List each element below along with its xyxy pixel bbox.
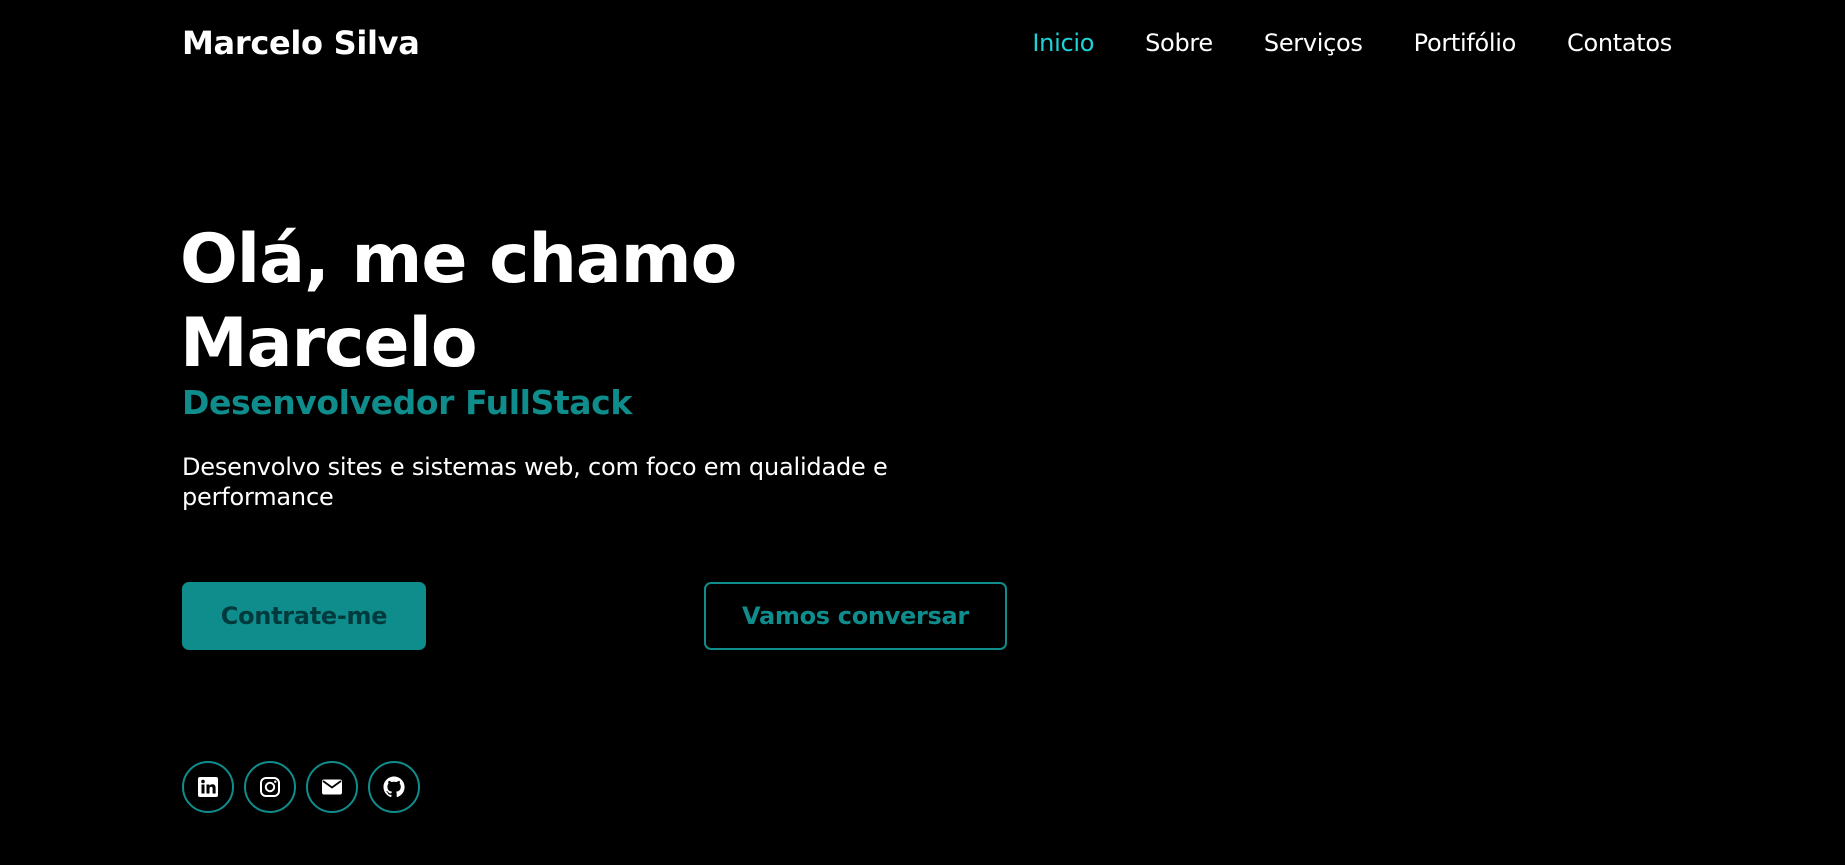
email-link[interactable]	[306, 761, 358, 813]
lets-talk-button[interactable]: Vamos conversar	[704, 582, 1007, 650]
linkedin-link[interactable]	[182, 761, 234, 813]
instagram-link[interactable]	[244, 761, 296, 813]
social-links	[182, 761, 420, 813]
hero-title-line1: Olá, me chamo	[180, 220, 737, 299]
brand-logo[interactable]: Marcelo Silva	[182, 24, 420, 62]
hero-subtitle: Desenvolvedor FullStack	[182, 383, 632, 422]
email-icon	[322, 779, 342, 795]
linkedin-icon	[198, 777, 218, 797]
instagram-icon	[260, 777, 280, 797]
hero-title: Olá, me chamo Marcelo	[180, 218, 737, 386]
main-nav: Inicio Sobre Serviços Portifólio Contato…	[1032, 29, 1672, 57]
nav-item-servicos[interactable]: Serviços	[1264, 29, 1363, 57]
hero-description: Desenvolvo sites e sistemas web, com foc…	[182, 453, 888, 511]
nav-item-portifolio[interactable]: Portifólio	[1414, 29, 1517, 57]
nav-item-sobre[interactable]: Sobre	[1145, 29, 1213, 57]
nav-item-inicio[interactable]: Inicio	[1032, 29, 1094, 57]
hire-me-button[interactable]: Contrate-me	[182, 582, 426, 650]
hero-title-line2: Marcelo	[180, 304, 478, 383]
site-header: Marcelo Silva Inicio Sobre Serviços Port…	[0, 0, 1845, 90]
github-icon	[383, 776, 405, 798]
github-link[interactable]	[368, 761, 420, 813]
page: Marcelo Silva Inicio Sobre Serviços Port…	[0, 0, 1845, 865]
nav-item-contatos[interactable]: Contatos	[1567, 29, 1672, 57]
